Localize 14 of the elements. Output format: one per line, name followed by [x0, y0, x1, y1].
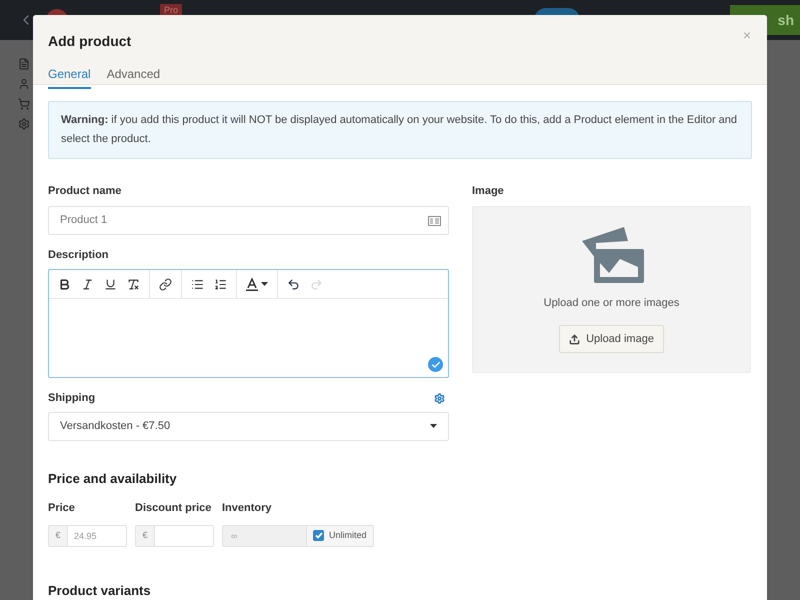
field-label: Product name — [48, 184, 122, 199]
currency-prefix: € — [48, 524, 68, 546]
dialog-title: Add product — [48, 32, 132, 51]
field-label: Price — [48, 501, 76, 516]
section-title: Price and availability — [48, 470, 178, 488]
field-label: Image — [472, 184, 505, 199]
field-label: Discount price — [135, 501, 212, 516]
upload-hint: Upload one or more images — [544, 296, 680, 310]
currency-prefix: € — [135, 524, 155, 546]
section-title: Product variants — [48, 582, 152, 600]
field-label: Inventory — [222, 501, 273, 516]
warning-message: Warning: if you add this product it will NOT be displayed automatically on your website. To do this, add a Product element in the Editor and select the product. — [48, 101, 752, 159]
field-label: Shipping — [48, 391, 96, 406]
field-label: Description — [48, 248, 110, 262]
